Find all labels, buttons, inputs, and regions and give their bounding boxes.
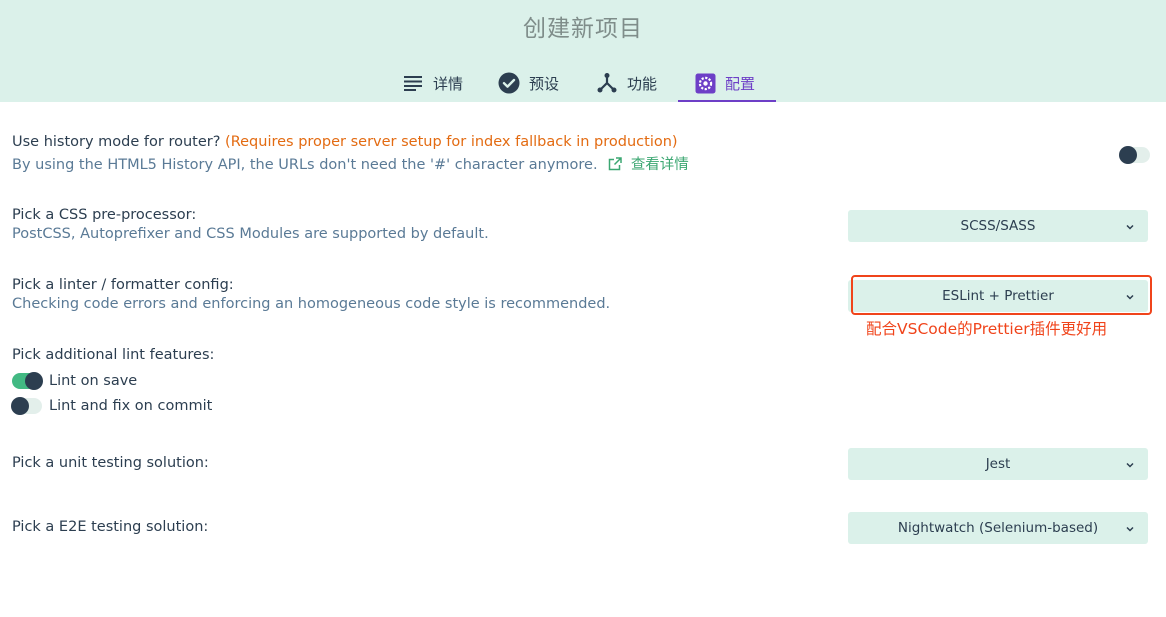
e2e-testing-select[interactable]: Nightwatch (Selenium-based)	[848, 512, 1148, 544]
fork-icon	[596, 72, 618, 94]
lint-on-save-toggle[interactable]	[12, 372, 43, 390]
css-preprocessor-setting: Pick a CSS pre-processor: PostCSS, Autop…	[12, 207, 489, 242]
linter-description: Checking code errors and enforcing an ho…	[12, 296, 611, 312]
tab-config[interactable]: 配置	[694, 64, 755, 102]
e2e-testing-value: Nightwatch (Selenium-based)	[897, 520, 1099, 536]
chevron-down-icon	[1125, 220, 1135, 236]
e2e-testing-setting: Pick a E2E testing solution:	[12, 519, 208, 535]
history-mode-setting: Use history mode for router? (Requires p…	[12, 134, 689, 175]
lint-features-label: Pick additional lint features:	[12, 347, 215, 363]
history-mode-details-link[interactable]: 查看详情	[631, 157, 689, 173]
e2e-testing-label: Pick a E2E testing solution:	[12, 519, 209, 535]
settings-icon	[694, 72, 716, 94]
unit-testing-label: Pick a unit testing solution:	[12, 455, 209, 471]
external-link-icon[interactable]	[608, 157, 622, 175]
history-mode-label: Use history mode for router?	[12, 134, 221, 150]
history-mode-description: By using the HTML5 History API, the URLs…	[12, 157, 598, 173]
lint-on-save-label: Lint on save	[49, 373, 138, 389]
linter-select[interactable]: ESLint + Prettier	[848, 280, 1148, 312]
css-preprocessor-select[interactable]: SCSS/SASS	[848, 210, 1148, 242]
unit-testing-setting: Pick a unit testing solution:	[12, 455, 209, 471]
unit-testing-select[interactable]: Jest	[848, 448, 1148, 480]
list-icon	[402, 72, 424, 94]
lint-on-commit-option[interactable]: Lint and fix on commit	[11, 397, 213, 415]
active-tab-indicator	[678, 100, 776, 102]
tab-bar: 详情 预设 功能 配置	[0, 64, 1166, 102]
linter-setting: Pick a linter / formatter config: Checki…	[12, 277, 610, 312]
css-preprocessor-description: PostCSS, Autoprefixer and CSS Modules ar…	[12, 226, 489, 242]
tab-details-label: 详情	[433, 74, 464, 93]
tab-details[interactable]: 详情	[402, 64, 463, 102]
annotation-note: 配合VSCode的Prettier插件更好用	[866, 320, 1108, 338]
lint-on-save-option[interactable]: Lint on save	[12, 372, 138, 390]
history-mode-toggle[interactable]	[1119, 146, 1150, 164]
tab-features-label: 功能	[627, 74, 658, 93]
lint-features-setting: Pick additional lint features:	[12, 347, 214, 363]
app-header: 创建新项目 详情 预设 功能 配置	[0, 0, 1166, 102]
toggle-knob	[11, 397, 29, 415]
lint-on-commit-toggle[interactable]	[11, 397, 42, 415]
lint-on-commit-label: Lint and fix on commit	[49, 398, 213, 414]
css-preprocessor-label: Pick a CSS pre-processor:	[12, 207, 197, 223]
linter-value: ESLint + Prettier	[942, 288, 1054, 304]
tab-features[interactable]: 功能	[596, 64, 657, 102]
unit-testing-value: Jest	[985, 456, 1011, 472]
tab-presets-label: 预设	[529, 74, 560, 93]
page-title: 创建新项目	[523, 16, 643, 42]
toggle-knob	[25, 372, 43, 390]
chevron-down-icon	[1125, 290, 1135, 306]
history-mode-warning: (Requires proper server setup for index …	[225, 134, 678, 150]
tab-config-label: 配置	[725, 74, 756, 93]
tab-presets[interactable]: 预设	[498, 64, 559, 102]
chevron-down-icon	[1125, 522, 1135, 538]
toggle-knob	[1119, 146, 1137, 164]
check-circle-icon	[498, 72, 520, 94]
chevron-down-icon	[1125, 458, 1135, 474]
linter-label: Pick a linter / formatter config:	[12, 277, 234, 293]
css-preprocessor-value: SCSS/SASS	[960, 218, 1036, 234]
